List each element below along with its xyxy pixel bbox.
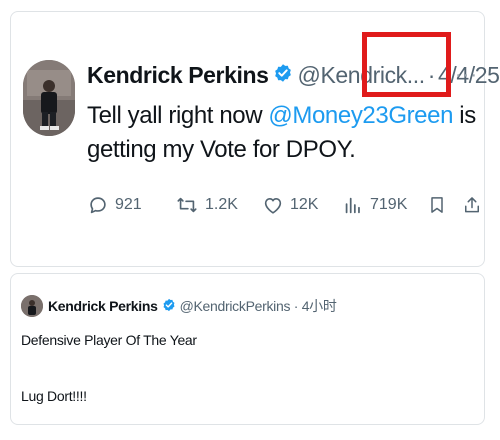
repost-button[interactable]: 1.2K (175, 190, 238, 220)
avatar[interactable] (23, 60, 75, 136)
repost-count: 1.2K (205, 196, 238, 213)
verified-badge-icon (273, 62, 293, 89)
views-button[interactable]: 719K (342, 190, 407, 220)
reply-icon (90, 197, 106, 214)
bookmark-button[interactable] (427, 190, 453, 220)
quoted-author-name[interactable]: Kendrick Perkins (48, 298, 158, 314)
repost-icon (177, 197, 197, 213)
share-icon (465, 197, 479, 213)
like-icon (264, 198, 282, 214)
tweet-card[interactable]: Kendrick Perkins @Kendrick... · 4/4/25 ·… (10, 11, 500, 267)
quoted-tweet-header: Kendrick Perkins @KendrickPerkins · 4小时 (21, 293, 337, 319)
quoted-handle-time[interactable]: @KendrickPerkins · 4小时 (180, 296, 337, 316)
like-count: 12K (290, 196, 319, 213)
bookmark-icon (431, 197, 443, 213)
share-button[interactable] (462, 190, 488, 220)
more-options-icon[interactable]: ··· (455, 64, 478, 87)
reply-button[interactable]: 921 (87, 190, 142, 220)
mention-link[interactable]: @Money23Green (268, 102, 453, 129)
tweet-text-start: Tell yall right now (87, 102, 269, 129)
quoted-tweet-card[interactable]: Kendrick Perkins @KendrickPerkins · 4小时 … (10, 273, 485, 425)
author-name[interactable]: Kendrick Perkins (87, 62, 269, 89)
action-bar: 921 1.2K 12K 719K (87, 190, 482, 220)
quoted-avatar[interactable] (21, 295, 43, 317)
views-icon (345, 197, 360, 214)
quoted-text-line1: Defensive Player Of The Year (21, 332, 197, 348)
reply-count: 921 (115, 196, 142, 213)
views-count: 719K (370, 196, 408, 213)
quoted-text-line2: Lug Dort!!!! (21, 388, 87, 404)
like-button[interactable]: 12K (262, 190, 318, 220)
date-highlight-box (362, 32, 451, 97)
tweet-text: Tell yall right now @Money23Green is get… (87, 99, 482, 167)
quoted-verified-badge-icon (162, 298, 176, 315)
